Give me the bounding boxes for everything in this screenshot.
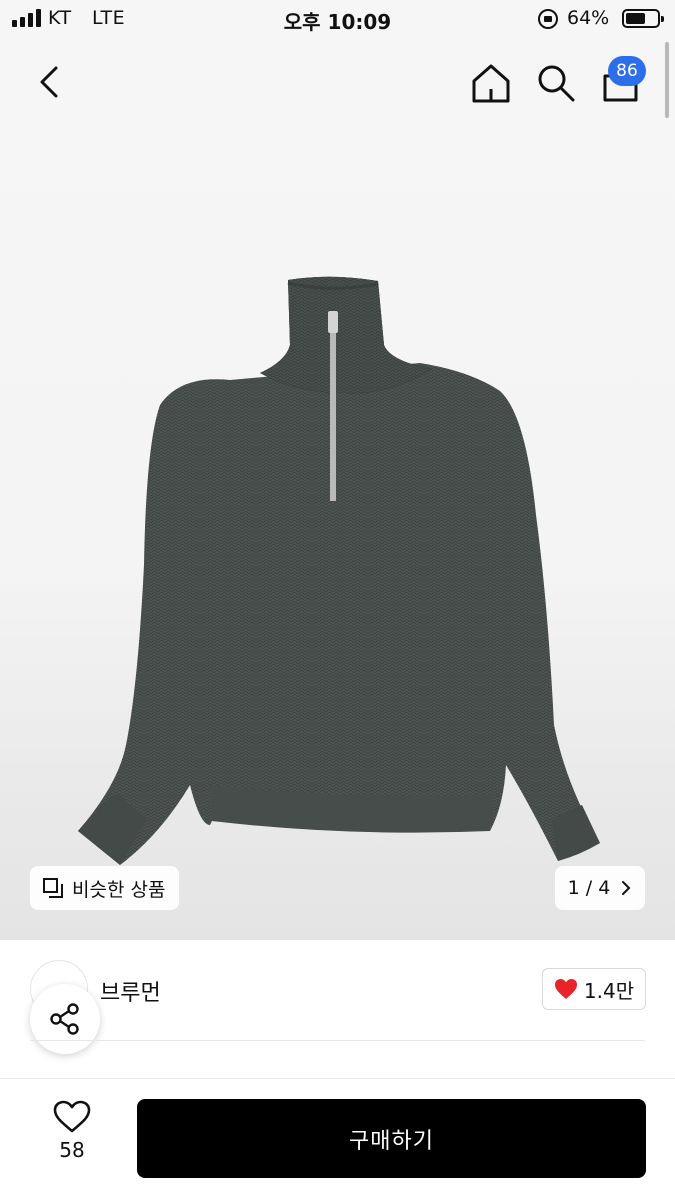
wish-count: 58 bbox=[59, 1138, 85, 1162]
like-count: 1.4만 bbox=[583, 978, 635, 1003]
sweater-image bbox=[78, 276, 600, 865]
scrollbar[interactable] bbox=[665, 42, 669, 118]
image-pager-button[interactable]: 1 / 4 bbox=[555, 866, 645, 910]
divider bbox=[30, 1040, 645, 1041]
battery-icon bbox=[622, 9, 664, 28]
similar-products-button[interactable]: 비슷한 상품 bbox=[30, 866, 180, 910]
search-button[interactable] bbox=[535, 62, 577, 104]
brand-name[interactable]: 브루먼 bbox=[100, 975, 161, 1007]
heart-filled-icon bbox=[554, 979, 577, 999]
buy-button-label: 구매하기 bbox=[349, 1128, 434, 1154]
back-button[interactable] bbox=[30, 60, 70, 104]
like-count-chip[interactable]: 1.4만 bbox=[542, 968, 646, 1010]
copy-icon bbox=[43, 878, 63, 898]
buy-button[interactable]: 구매하기 bbox=[137, 1099, 646, 1178]
wishlist-button[interactable]: 58 bbox=[40, 1100, 104, 1176]
chevron-left-icon bbox=[40, 66, 58, 98]
home-icon bbox=[472, 64, 510, 103]
heart-outline-icon bbox=[53, 1100, 91, 1133]
image-pager-label: 1 / 4 bbox=[567, 877, 611, 899]
share-icon bbox=[50, 1003, 79, 1035]
search-icon bbox=[538, 65, 575, 102]
share-button[interactable] bbox=[30, 984, 100, 1054]
battery-percent: 64% bbox=[567, 7, 610, 29]
similar-products-label: 비슷한 상품 bbox=[72, 878, 166, 901]
rotation-lock-icon bbox=[538, 9, 558, 29]
chevron-right-icon bbox=[622, 881, 631, 895]
home-button[interactable] bbox=[470, 62, 512, 104]
status-bar: KT LTE 오후 10:09 64% bbox=[0, 0, 675, 40]
cart-count-badge: 86 bbox=[608, 56, 646, 86]
